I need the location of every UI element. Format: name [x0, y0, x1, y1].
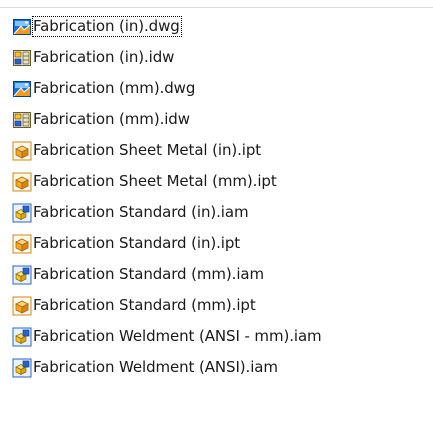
file-item[interactable]: Fabrication (in).dwg — [12, 11, 427, 42]
file-item[interactable]: Fabrication Standard (mm).ipt — [12, 290, 427, 321]
iam-assembly-icon — [12, 203, 32, 223]
file-item[interactable]: Fabrication (in).idw — [12, 42, 427, 73]
idw-drawing-icon — [12, 48, 32, 68]
iam-assembly-icon — [12, 327, 32, 347]
file-name: Fabrication Sheet Metal (in).ipt — [33, 141, 262, 159]
file-name: Fabrication Standard (mm).iam — [33, 265, 265, 283]
file-item[interactable]: Fabrication Weldment (ANSI - mm).iam — [12, 321, 427, 352]
file-item[interactable]: Fabrication Standard (mm).iam — [12, 259, 427, 290]
file-name: Fabrication Weldment (ANSI - mm).iam — [33, 327, 322, 345]
iam-assembly-icon — [12, 265, 32, 285]
ipt-part-icon — [12, 234, 32, 254]
file-name: Fabrication (in).idw — [33, 48, 175, 66]
file-name: Fabrication (mm).idw — [33, 110, 190, 128]
file-name: Fabrication Sheet Metal (mm).ipt — [33, 172, 277, 190]
dwg-drawing-icon — [12, 17, 32, 37]
file-item[interactable]: Fabrication Standard (in).ipt — [12, 228, 427, 259]
ipt-part-icon — [12, 141, 32, 161]
file-list: Fabrication (in).dwg Fabrication (in).id… — [12, 11, 427, 383]
file-name: Fabrication Standard (mm).ipt — [33, 296, 256, 314]
file-item[interactable]: Fabrication Standard (in).iam — [12, 197, 427, 228]
dwg-drawing-icon — [12, 79, 32, 99]
file-item[interactable]: Fabrication Sheet Metal (in).ipt — [12, 135, 427, 166]
idw-drawing-icon — [12, 110, 32, 130]
file-item[interactable]: Fabrication Sheet Metal (mm).ipt — [12, 166, 427, 197]
file-name: Fabrication Standard (in).iam — [33, 203, 249, 221]
file-name: Fabrication (mm).dwg — [33, 79, 196, 97]
ipt-part-icon — [12, 296, 32, 316]
iam-assembly-icon — [12, 358, 32, 378]
file-item[interactable]: Fabrication (mm).dwg — [12, 73, 427, 104]
file-name: Fabrication Weldment (ANSI).iam — [33, 358, 278, 376]
file-name: Fabrication (in).dwg — [32, 16, 182, 37]
list-top-border — [0, 0, 433, 8]
file-name: Fabrication Standard (in).ipt — [33, 234, 241, 252]
ipt-part-icon — [12, 172, 32, 192]
file-item[interactable]: Fabrication (mm).idw — [12, 104, 427, 135]
file-item[interactable]: Fabrication Weldment (ANSI).iam — [12, 352, 427, 383]
